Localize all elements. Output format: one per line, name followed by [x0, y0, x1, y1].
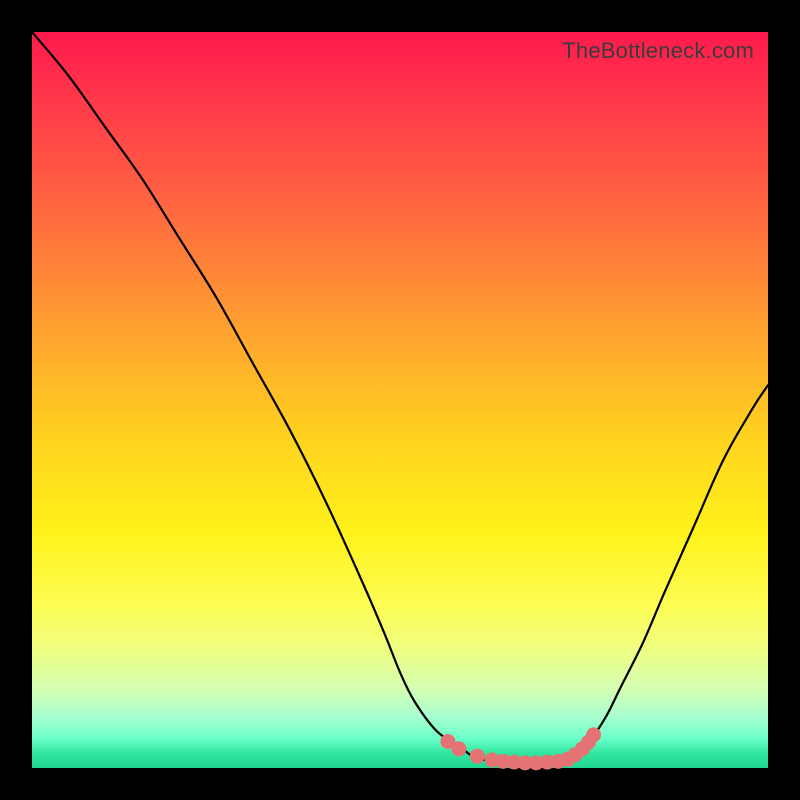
marker-dot [470, 749, 485, 764]
curve-right [562, 385, 768, 760]
plot-area: TheBottleneck.com [32, 32, 768, 768]
marker-dot [451, 741, 466, 756]
highlighted-markers [440, 727, 601, 770]
chart-frame: TheBottleneck.com [0, 0, 800, 800]
marker-dot [586, 727, 601, 742]
curve-left [32, 32, 488, 761]
chart-svg [32, 32, 768, 768]
